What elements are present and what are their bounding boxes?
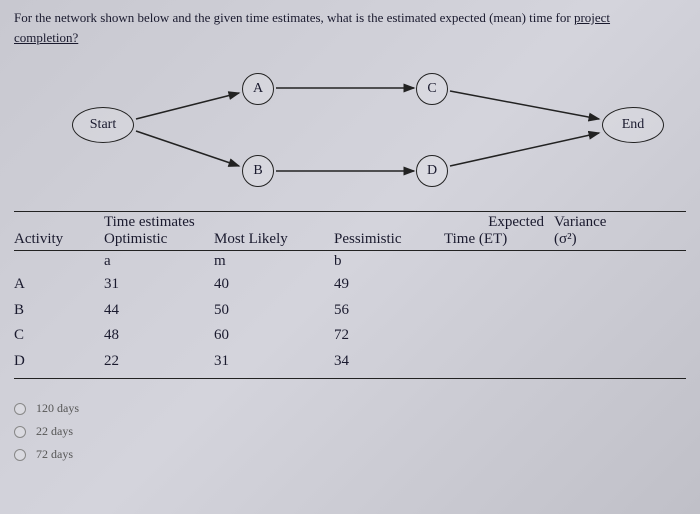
radio-icon[interactable]: [14, 449, 26, 461]
node-a: A: [242, 73, 274, 105]
cell-b: 34: [334, 349, 444, 375]
cell-var: [554, 298, 644, 324]
header-activity: Activity: [14, 231, 104, 248]
question-prefix: For the network shown below and the give…: [14, 10, 574, 25]
question-text: For the network shown below and the give…: [14, 8, 686, 47]
subheader-b: b: [334, 253, 444, 270]
header-expected: Expected: [334, 214, 554, 231]
option-3[interactable]: 72 days: [14, 447, 686, 462]
question-underline-1: project: [574, 10, 610, 25]
cell-m: 60: [214, 323, 334, 349]
data-table: Time estimates Expected Variance Activit…: [14, 211, 686, 379]
option-label: 72 days: [36, 447, 73, 462]
header-pessimistic: Pessimistic: [334, 231, 444, 248]
cell-var: [554, 349, 644, 375]
cell-et: [444, 349, 554, 375]
node-start: Start: [72, 107, 134, 143]
network-diagram: Start A B C D End: [14, 61, 686, 201]
cell-m: 50: [214, 298, 334, 324]
cell-activity: C: [14, 323, 104, 349]
subheader-a: a: [104, 253, 214, 270]
cell-b: 56: [334, 298, 444, 324]
cell-b: 49: [334, 272, 444, 298]
cell-activity: A: [14, 272, 104, 298]
cell-et: [444, 298, 554, 324]
cell-a: 48: [104, 323, 214, 349]
node-end: End: [602, 107, 664, 143]
cell-b: 72: [334, 323, 444, 349]
cell-m: 31: [214, 349, 334, 375]
question-underline-2: completion?: [14, 30, 78, 45]
cell-var: [554, 272, 644, 298]
option-label: 22 days: [36, 424, 73, 439]
option-2[interactable]: 22 days: [14, 424, 686, 439]
header-optimistic: Optimistic: [104, 231, 214, 248]
answer-options: 120 days 22 days 72 days: [14, 401, 686, 462]
subheader-m: m: [214, 253, 334, 270]
option-1[interactable]: 120 days: [14, 401, 686, 416]
cell-a: 22: [104, 349, 214, 375]
header-most-likely: Most Likely: [214, 231, 334, 248]
node-c: C: [416, 73, 448, 105]
radio-icon[interactable]: [14, 403, 26, 415]
node-d: D: [416, 155, 448, 187]
table-row: B445056: [14, 298, 686, 324]
cell-m: 40: [214, 272, 334, 298]
header-time-estimates: Time estimates: [104, 214, 334, 231]
cell-activity: D: [14, 349, 104, 375]
option-label: 120 days: [36, 401, 79, 416]
table-row: C486072: [14, 323, 686, 349]
radio-icon[interactable]: [14, 426, 26, 438]
cell-et: [444, 323, 554, 349]
cell-et: [444, 272, 554, 298]
header-time-et: Time (ET): [444, 231, 554, 248]
cell-a: 31: [104, 272, 214, 298]
header-variance: Variance: [554, 214, 644, 231]
header-sigma: (σ²): [554, 231, 644, 248]
cell-activity: B: [14, 298, 104, 324]
cell-a: 44: [104, 298, 214, 324]
table-row: A314049: [14, 272, 686, 298]
table-row: D223134: [14, 349, 686, 375]
node-b: B: [242, 155, 274, 187]
cell-var: [554, 323, 644, 349]
